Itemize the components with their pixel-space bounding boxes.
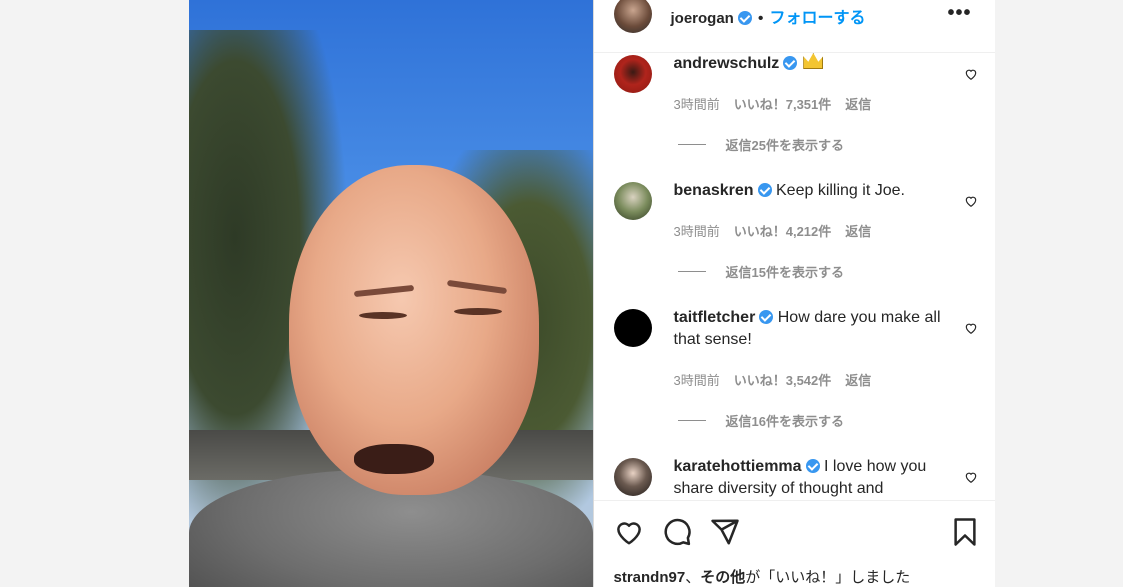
reply-button[interactable]: 返信 [845,94,871,113]
replies-line [677,271,706,272]
comments-list: andrewschulz 3時間前 いいね！7,351件 返信 返信25件を表示… [594,53,996,498]
comment-like-icon[interactable] [964,321,978,335]
comment-text: benaskren Keep killing it Joe. [674,180,944,202]
share-icon[interactable] [710,517,740,547]
bookmark-icon[interactable] [950,517,980,547]
commenter-username[interactable]: karatehottiemma [674,458,802,475]
comment-item: andrewschulz 3時間前 いいね！7,351件 返信 返信25件を表示… [594,53,996,173]
liked-by-username[interactable]: strandn97 [614,569,686,586]
verified-badge-icon [759,310,774,324]
comment-likes[interactable]: いいね！7,351件 [734,94,832,113]
liked-by-suffix: が「いいね！」しました [745,569,911,586]
commenter-username[interactable]: andrewschulz [674,55,780,72]
comment-likes[interactable]: いいね！4,212件 [734,221,832,240]
comment-body: Keep killing it Joe. [776,182,905,199]
comment-item: taitfletcher How dare you make all that … [594,307,996,447]
liked-by-separator: 、 [685,569,701,586]
comment-text: taitfletcher How dare you make all that … [674,307,944,351]
page-background [0,0,189,587]
post-modal: joerogan • フォローする ••• andrewschulz 3時間前 いい… [189,0,995,587]
comment-likes[interactable]: いいね！3,542件 [734,370,832,389]
view-replies-button[interactable]: 返信15件を表示する [677,262,844,281]
left-eye [359,312,407,319]
verified-badge-icon [757,183,772,197]
author-username[interactable]: joerogan [671,10,734,27]
view-replies-label: 返信16件を表示する [725,414,844,429]
author-avatar[interactable] [613,0,652,33]
view-replies-button[interactable]: 返信25件を表示する [677,135,844,154]
comment-icon[interactable] [662,517,692,547]
view-replies-button[interactable]: 返信16件を表示する [677,411,844,430]
post-video[interactable] [189,0,593,587]
comment-time: 3時間前 [673,97,720,112]
view-replies-label: 返信15件を表示する [725,265,844,280]
author-line: joerogan • フォローする [671,4,866,28]
comment-meta: 3時間前 いいね！4,212件 返信 [674,221,872,240]
heart-icon[interactable] [614,517,644,547]
separator-dot: • [757,10,764,27]
comment-meta: 3時間前 いいね！7,351件 返信 [674,94,872,113]
right-eye [454,308,502,315]
commenter-avatar[interactable] [613,55,652,93]
comment-text: andrewschulz [674,53,944,75]
comment-item: karatehottiemma I love how you share div… [594,456,996,498]
crown-emoji-icon [803,53,824,69]
follow-button[interactable]: フォローする [769,10,865,27]
commenter-avatar[interactable] [613,182,652,220]
more-options-icon[interactable]: ••• [947,2,971,25]
comment-item: benaskren Keep killing it Joe. 3時間前 いいね！… [594,180,996,300]
replies-line [677,144,706,145]
reply-button[interactable]: 返信 [845,221,871,240]
verified-badge-icon [805,459,820,473]
commenter-avatar[interactable] [613,458,652,496]
comment-like-icon[interactable] [964,194,978,208]
post-sidebar: joerogan • フォローする ••• andrewschulz 3時間前 いい… [592,0,996,587]
comment-like-icon[interactable] [964,470,978,484]
verified-badge-icon [783,56,798,70]
comment-text: karatehottiemma I love how you share div… [674,456,944,498]
view-replies-label: 返信25件を表示する [725,138,844,153]
commenter-username[interactable]: taitfletcher [674,309,756,326]
commenter-avatar[interactable] [613,309,652,347]
liked-by-line: strandn97、その他が「いいね！」しました [614,566,911,587]
post-header: joerogan • フォローする ••• [593,0,995,53]
comment-meta: 3時間前 いいね！3,542件 返信 [674,370,872,389]
verified-badge-icon [737,11,752,25]
person-mouth [354,444,434,474]
commenter-username[interactable]: benaskren [674,182,754,199]
comment-time: 3時間前 [673,224,720,239]
replies-line [677,420,706,421]
liked-by-others-link[interactable]: その他 [700,569,745,586]
comment-like-icon[interactable] [964,67,978,81]
comment-time: 3時間前 [673,373,720,388]
reply-button[interactable]: 返信 [845,370,871,389]
